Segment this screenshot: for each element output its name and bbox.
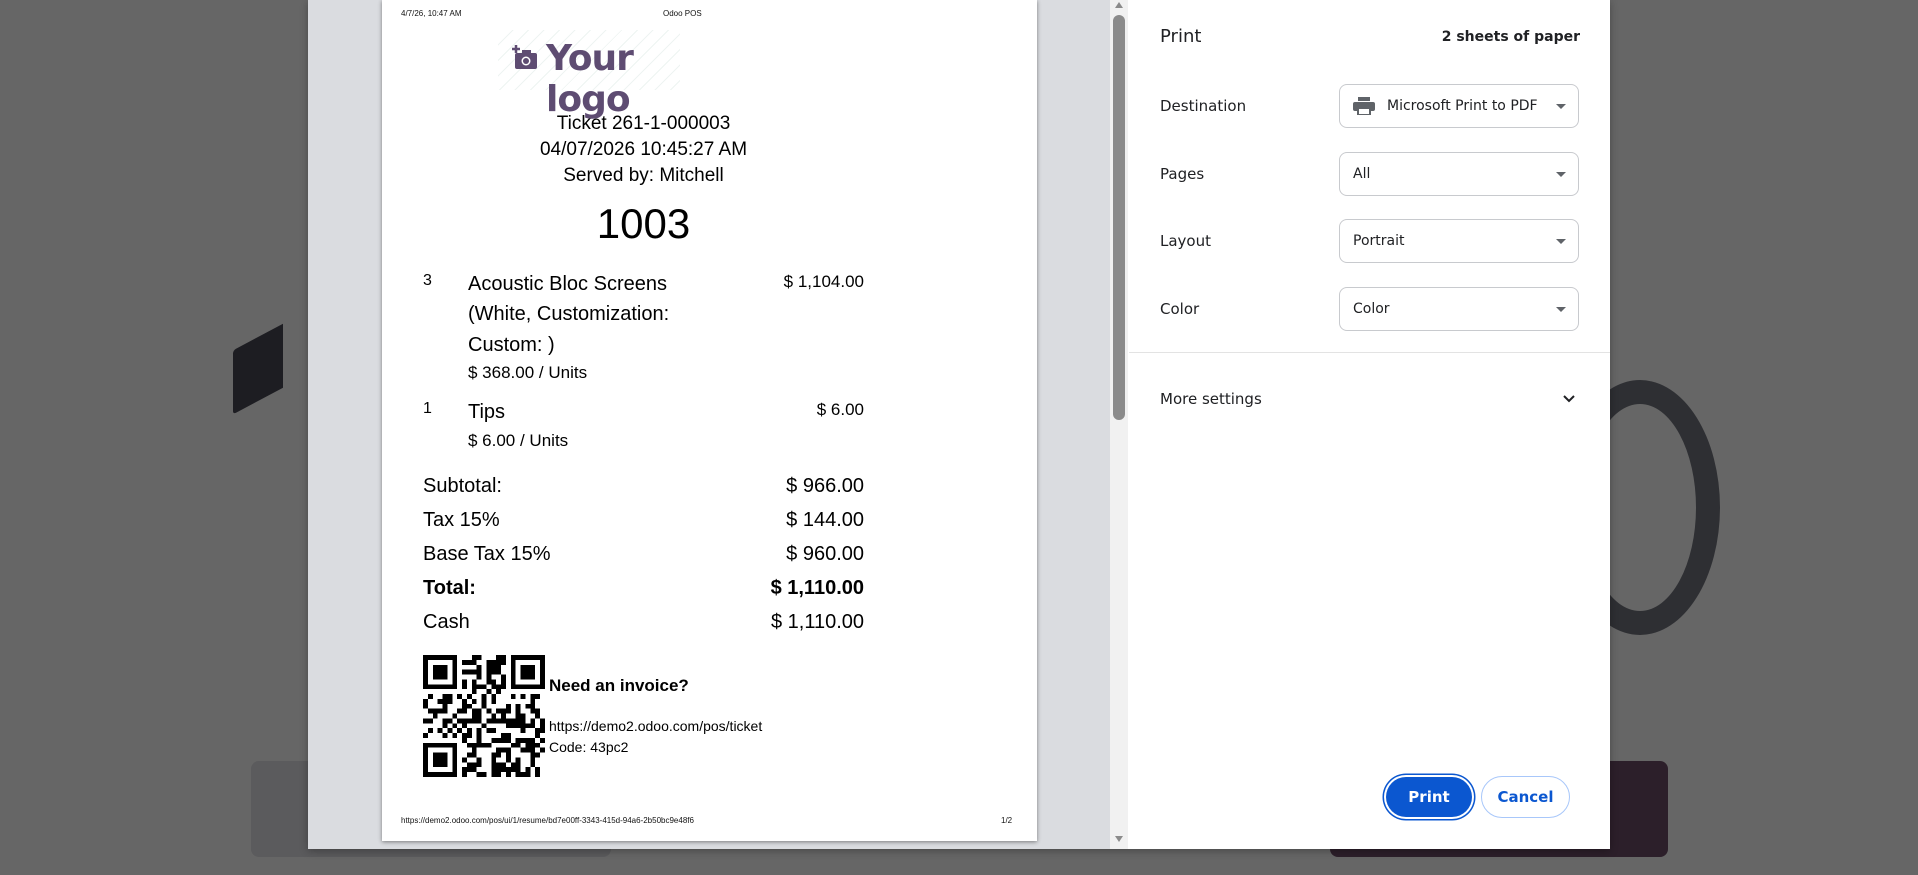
line-qty: 3 [423,272,432,289]
logo-text: Your logo [546,38,634,120]
page-header-title: Odoo POS [663,9,702,18]
line-name: Tips [468,401,506,423]
layout-value: Portrait [1353,233,1405,249]
ticket-datetime: 04/07/2026 10:45:27 AM [539,139,748,160]
line-price: $ 6.00 [816,400,864,419]
sheet-count: 2 sheets of paper [1441,29,1580,45]
layout-label: Layout [1160,232,1211,250]
order-number: 1003 [596,200,691,247]
dropdown-caret-icon [1556,104,1566,109]
tax-label: Tax 15% [423,509,500,531]
background-digit-fragment [233,323,283,415]
camera-plus-icon [512,45,537,69]
destination-select[interactable]: Microsoft Print to PDF [1339,84,1579,128]
line-name: Custom: ) [468,334,555,356]
scrollbar-thumb[interactable] [1113,15,1125,420]
scroll-up-icon[interactable] [1115,2,1123,8]
divider [1129,352,1610,353]
qr-code [423,655,545,777]
chevron-down-icon [1563,395,1575,403]
cash-label: Cash [423,611,470,633]
dropdown-caret-icon [1556,239,1566,244]
logo: Your logo [498,30,680,120]
destination-value: Microsoft Print to PDF [1387,98,1538,114]
destination-label: Destination [1160,97,1247,115]
total-label: Total: [423,577,476,599]
pages-select[interactable]: All [1339,152,1579,196]
line-unit-price: $ 368.00 / Units [468,363,588,382]
page-footer-url: https://demo2.odoo.com/pos/ui/1/resume/b… [401,816,694,825]
more-settings-toggle[interactable]: More settings [1129,375,1610,423]
printer-icon [1353,97,1375,115]
served-by: Served by: Mitchell [563,165,724,186]
base-tax-value: $ 960.00 [786,543,864,565]
more-settings-label: More settings [1160,390,1262,408]
line-qty: 1 [423,400,432,417]
line-name: (White, Customization: [468,303,670,325]
print-button[interactable]: Print [1386,777,1472,817]
page-header-date: 4/7/26, 10:47 AM [401,9,462,18]
layout-select[interactable]: Portrait [1339,219,1579,263]
dropdown-caret-icon [1556,172,1566,177]
cancel-button[interactable]: Cancel [1481,776,1570,818]
pages-value: All [1353,166,1371,182]
preview-scrollbar[interactable] [1110,0,1128,849]
print-preview: 4/7/26, 10:47 AM Odoo POS Your logo Tick… [308,0,1128,849]
dropdown-caret-icon [1556,307,1566,312]
color-label: Color [1160,300,1200,318]
line-name: Acoustic Bloc Screens [468,273,667,295]
total-value: $ 1,110.00 [770,577,864,599]
page-number: 1/2 [1001,816,1013,825]
line-unit-price: $ 6.00 / Units [468,431,569,450]
invoice-url: https://demo2.odoo.com/pos/ticket [549,718,763,734]
print-dialog: 4/7/26, 10:47 AM Odoo POS Your logo Tick… [308,0,1610,849]
base-tax-label: Base Tax 15% [423,543,551,565]
cash-value: $ 1,110.00 [770,611,864,633]
invoice-code: Code: 43pc2 [549,739,629,755]
preview-page: 4/7/26, 10:47 AM Odoo POS Your logo Tick… [382,0,1037,841]
invoice-title: Need an invoice? [549,676,689,695]
color-select[interactable]: Color [1339,287,1579,331]
color-value: Color [1353,301,1390,317]
dialog-title: Print [1160,26,1202,47]
pages-label: Pages [1160,165,1205,183]
tax-value: $ 144.00 [786,509,864,531]
ticket-number: Ticket 261-1-000003 [556,113,731,134]
line-price: $ 1,104.00 [783,272,864,291]
subtotal-label: Subtotal: [423,475,502,497]
subtotal-value: $ 966.00 [786,475,864,497]
print-settings-panel: Print 2 sheets of paper Destination Micr… [1129,0,1610,849]
scroll-down-icon[interactable] [1115,836,1123,842]
